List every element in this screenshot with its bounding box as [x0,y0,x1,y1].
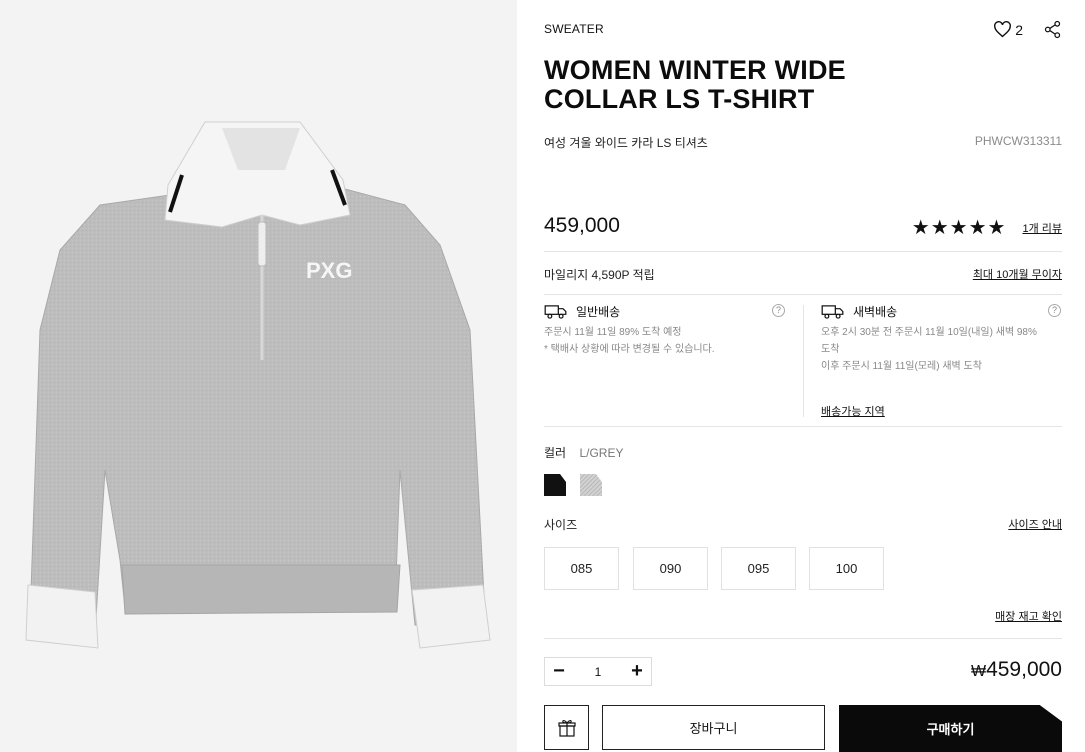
quantity-input[interactable] [578,664,618,679]
product-subtitle: 여성 겨울 와이드 카라 LS 티셔츠 [544,136,708,150]
size-option-095[interactable]: 095 [721,547,796,590]
top-actions: 2 [993,20,1062,39]
divider [544,251,1062,252]
size-option-085[interactable]: 085 [544,547,619,590]
like-count: 2 [1015,21,1023,38]
divider [544,294,1062,295]
standard-shipping: 일반배송 주문시 11월 11일 89% 도착 예정 * 택배사 상황에 따라 … [544,303,789,358]
size-label: 사이즈 [544,518,578,532]
currency-symbol: ₩ [970,663,987,680]
color-swatch-black[interactable] [544,474,566,496]
divider [544,638,1062,639]
divider [803,305,804,417]
color-row: 컬러 L/GREY [544,444,623,461]
size-option-090[interactable]: 090 [633,547,708,590]
color-swatch-light-grey[interactable] [580,474,602,496]
dawn-shipping-eta: 오후 2시 30분 전 주문시 11월 10일(내일) 새벽 98% [821,327,1037,338]
store-stock-link[interactable]: 매장 재고 확인 [995,608,1062,624]
product-info: SWEATER 2 WOMEN WINTER WIDE COLLAR LS T-… [544,0,1062,752]
dawn-shipping-eta-cont: 도착 [821,344,840,355]
dawn-shipping: 새벽배송 오후 2시 30분 전 주문시 11월 10일(내일) 새벽 98% … [821,303,1062,375]
standard-shipping-eta: 주문시 11월 11일 89% 도착 예정 [544,327,682,338]
product-sku: PHWCW313311 [974,134,1062,148]
add-to-cart-button[interactable]: 장바구니 [602,705,825,750]
like-button[interactable]: 2 [993,21,1023,38]
dawn-shipping-later: 이후 주문시 11월 11일(모레) 새벽 도착 [821,361,982,372]
sweater-illustration: PXG [25,121,491,649]
share-icon[interactable] [1043,20,1062,39]
divider [544,426,1062,427]
total-price: ₩459,000 [971,658,1062,682]
product-price: 459,000 [544,214,620,237]
quantity-stepper: − + [544,657,652,686]
review-link[interactable]: 1개 리뷰 [1022,220,1062,236]
delivery-truck-icon [821,305,844,319]
gift-icon [557,719,576,737]
mileage-text: 마일리지 4,590P 적립 [544,268,655,282]
standard-shipping-title: 일반배송 [576,305,621,319]
standard-shipping-note: * 택배사 상황에 따라 변경될 수 있습니다. [544,344,715,355]
quantity-decrease-button[interactable]: − [545,658,573,685]
color-value: L/GREY [579,446,624,460]
product-image: PXG [0,0,517,752]
product-title: WOMEN WINTER WIDE COLLAR LS T-SHIRT [544,55,846,114]
help-icon[interactable]: ? [1048,304,1061,317]
help-icon[interactable]: ? [772,304,785,317]
dawn-shipping-title: 새벽배송 [853,305,898,319]
heart-icon [994,21,1012,38]
size-option-100[interactable]: 100 [809,547,884,590]
buy-now-button[interactable]: 구매하기 [839,705,1062,752]
delivery-truck-icon [544,305,567,319]
rating: ★★★★★ 1개 리뷰 [912,218,1062,238]
color-label: 컬러 [544,446,567,460]
pxg-logo: PXG [306,258,352,283]
size-guide-link[interactable]: 사이즈 안내 [1008,516,1062,532]
quantity-increase-button[interactable]: + [623,658,651,685]
product-category: SWEATER [544,22,604,36]
total-amount: 459,000 [986,658,1062,681]
installment-link[interactable]: 최대 10개월 무이자 [973,266,1062,282]
gift-button[interactable] [544,705,589,750]
rating-stars: ★★★★★ [911,217,1007,239]
delivery-area-link[interactable]: 배송가능 지역 [821,403,885,419]
